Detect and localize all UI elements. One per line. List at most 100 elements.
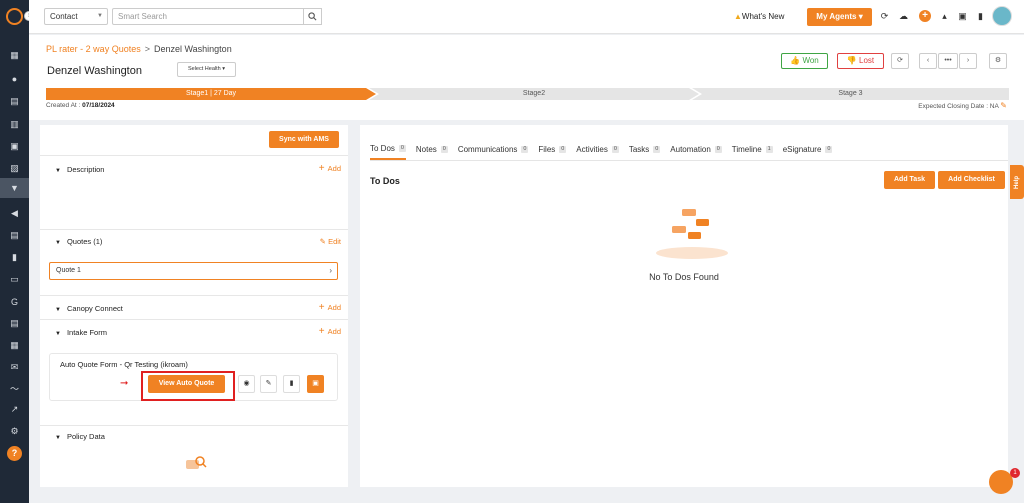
mail-icon[interactable]: ✉	[9, 362, 20, 373]
description-add-button[interactable]: + Add	[319, 163, 341, 174]
view-button[interactable]: ◉	[238, 375, 255, 393]
tab-todos[interactable]: To Dos 0	[370, 144, 406, 160]
settings-icon[interactable]: ⚙	[9, 426, 20, 437]
lost-button[interactable]: 👎 Lost	[837, 53, 884, 69]
tab-esignature[interactable]: eSignature 0	[783, 144, 833, 160]
schedule-icon[interactable]: ▦	[9, 340, 20, 351]
entity-select[interactable]: Contact ▼	[44, 8, 108, 25]
tab-count: 0	[611, 146, 619, 153]
todos-heading: To Dos	[370, 176, 400, 186]
help-tab[interactable]: Help	[1010, 165, 1024, 199]
analytics-icon[interactable]: ↗	[9, 404, 20, 415]
sync-icon[interactable]: ⟳	[879, 11, 890, 22]
quotes-edit-button[interactable]: ✎ Edit	[320, 237, 341, 246]
whats-new-link[interactable]: ▲What's New	[734, 12, 784, 21]
created-at-label: Created At :	[46, 102, 81, 109]
chevron-left-icon: ‹	[926, 57, 930, 64]
dashboard-icon[interactable]: ▦	[9, 50, 20, 61]
policy-toggle[interactable]: ▼ Policy Data	[55, 432, 105, 441]
annotation-arrow-icon: ➞	[120, 378, 129, 389]
tab-communications[interactable]: Communications 0	[458, 144, 529, 160]
previous-button[interactable]: ‹	[919, 53, 937, 69]
forms-icon[interactable]: ▤	[9, 318, 20, 329]
tab-files[interactable]: Files 0	[538, 144, 567, 160]
pencil-icon[interactable]: ✎	[1000, 101, 1007, 110]
page-title: Denzel Washington	[47, 65, 142, 77]
contacts-icon[interactable]: ●	[9, 73, 20, 84]
add-checklist-button[interactable]: Add Checklist	[938, 171, 1005, 189]
flame-icon: ▲	[734, 12, 742, 21]
refresh-button[interactable]: ⟳	[891, 53, 909, 69]
stage-2[interactable]: Stage2	[369, 88, 699, 100]
user-avatar[interactable]	[992, 6, 1012, 26]
chat-badge: 1	[1010, 468, 1020, 478]
notes-icon[interactable]: ▤	[9, 230, 20, 241]
sync-with-ams-button[interactable]: Sync with AMS	[269, 131, 339, 148]
search-button[interactable]	[304, 8, 322, 25]
tab-notes[interactable]: Notes 0	[416, 144, 448, 160]
lost-label: Lost	[859, 56, 875, 65]
tab-automation[interactable]: Automation 0	[670, 144, 722, 160]
help-icon[interactable]: ?	[7, 446, 22, 461]
folder-icon[interactable]: ▭	[9, 274, 20, 285]
edit-button[interactable]: ✎	[260, 375, 277, 393]
refresh-icon: ⟳	[897, 57, 903, 64]
eye-icon: ◉	[243, 380, 250, 387]
trash-icon: ▮	[289, 380, 294, 387]
quote-item[interactable]: Quote 1 ›	[49, 262, 338, 280]
next-button[interactable]: ›	[959, 53, 977, 69]
stage-3[interactable]: Stage 3	[692, 88, 1009, 100]
megaphone-icon[interactable]: ◀	[9, 208, 20, 219]
pipeline-stages: Stage1 | 27 Day Stage2 Stage 3	[46, 88, 1009, 100]
calendar-icon[interactable]: ▣	[9, 141, 20, 152]
phone-icon[interactable]: ▮	[975, 11, 986, 22]
reports-icon[interactable]: ▮	[9, 252, 20, 263]
cloud-icon[interactable]: ☁	[898, 11, 909, 22]
whats-new-label: What's New	[741, 12, 785, 21]
view-auto-quote-button[interactable]: View Auto Quote	[148, 375, 225, 393]
intake-toggle[interactable]: ▼ Intake Form	[55, 328, 107, 337]
caret-down-icon: ▼	[55, 435, 61, 441]
won-button[interactable]: 👍 Won	[781, 53, 828, 69]
documents-icon[interactable]: ▤	[9, 96, 20, 107]
tab-label: Communications	[457, 145, 518, 154]
quote-item-label: Quote 1	[56, 267, 81, 274]
image-icon[interactable]: ▨	[9, 163, 20, 174]
chip-icon[interactable]: ▣	[957, 11, 968, 22]
my-agents-button[interactable]: My Agents ▾	[807, 8, 872, 26]
canopy-add-button[interactable]: + Add	[319, 302, 341, 313]
smart-search-input[interactable]: Smart Search	[112, 8, 304, 25]
quotes-edit-label: Edit	[328, 237, 341, 246]
canopy-connect-section: ▼ Canopy Connect + Add	[40, 295, 348, 319]
breadcrumb-parent-link[interactable]: PL rater - 2 way Quotes	[46, 44, 141, 54]
tab-tasks[interactable]: Tasks 0	[629, 144, 661, 160]
quotes-toggle[interactable]: ▼ Quotes (1)	[55, 237, 102, 246]
description-toggle[interactable]: ▼ Description	[55, 165, 104, 174]
signature-icon[interactable]: 〜	[9, 383, 20, 394]
select-health-label: Select Health	[187, 66, 221, 72]
select-health-dropdown[interactable]: Select Health ▾	[177, 62, 236, 77]
search-icon	[308, 12, 317, 21]
intake-add-button[interactable]: + Add	[319, 326, 341, 337]
pencil-icon: ✎	[319, 237, 326, 246]
delete-button[interactable]: ▮	[283, 375, 300, 393]
pipeline-funnel-icon[interactable]: ▼	[0, 178, 29, 198]
intake-add-label: Add	[327, 327, 341, 336]
bank-icon[interactable]: ▥	[9, 119, 20, 130]
google-icon[interactable]: G	[9, 296, 20, 307]
tab-label: Automation	[670, 145, 711, 154]
plus-icon: +	[318, 163, 325, 174]
tab-timeline[interactable]: Timeline 1	[732, 144, 773, 160]
app-logo-icon[interactable]	[6, 8, 23, 25]
breadcrumb: PL rater - 2 way Quotes > Denzel Washingto…	[46, 44, 232, 54]
canopy-toggle[interactable]: ▼ Canopy Connect	[55, 304, 123, 313]
archive-button[interactable]: ▣	[307, 375, 324, 393]
settings-button[interactable]: ⚙	[989, 53, 1007, 69]
add-task-button[interactable]: Add Task	[884, 171, 935, 189]
tabs-divider	[370, 160, 1008, 161]
bell-icon[interactable]: ▴	[939, 11, 950, 22]
tab-activities[interactable]: Activities 0	[576, 144, 619, 160]
more-button[interactable]: •••	[938, 53, 958, 69]
add-icon[interactable]: +	[919, 10, 931, 22]
stage-1[interactable]: Stage1 | 27 Day	[46, 88, 376, 100]
